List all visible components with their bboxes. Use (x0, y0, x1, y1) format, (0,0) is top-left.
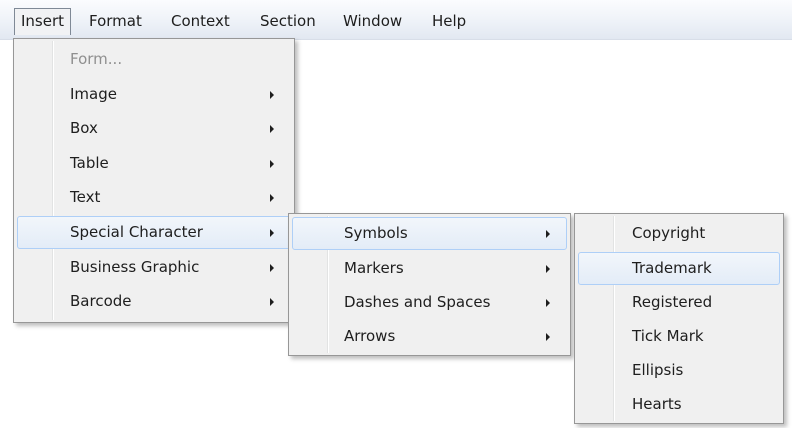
submenu-arrow-icon (270, 229, 274, 237)
menu-item-label: Business Graphic (70, 258, 200, 276)
menu-format[interactable]: Format (83, 8, 148, 34)
submenu-arrow-icon (546, 333, 550, 341)
menu-item-arrows[interactable]: Arrows (292, 320, 567, 353)
menu-item-tick-mark[interactable]: Tick Mark (578, 320, 780, 353)
menu-item-label: Special Character (70, 223, 203, 241)
menu-item-label: Copyright (632, 224, 706, 242)
menu-item-dashes-and-spaces[interactable]: Dashes and Spaces (292, 286, 567, 319)
menu-item-label: Hearts (632, 395, 682, 413)
submenu-arrow-icon (270, 91, 274, 99)
menu-item-text[interactable]: Text (17, 181, 291, 214)
submenu-arrow-icon (270, 264, 274, 272)
menu-item-box[interactable]: Box (17, 112, 291, 145)
menu-context[interactable]: Context (165, 8, 236, 34)
menu-item-label: Text (70, 188, 101, 206)
menu-window[interactable]: Window (337, 8, 408, 34)
menu-item-special-character[interactable]: Special Character (17, 216, 291, 249)
menu-item-registered[interactable]: Registered (578, 286, 780, 319)
menu-item-symbols[interactable]: Symbols (292, 217, 567, 250)
submenu-arrow-icon (270, 194, 274, 202)
submenu-arrow-icon (270, 298, 274, 306)
menu-item-label: Dashes and Spaces (344, 293, 491, 311)
app-window: Insert Format Context Section Window Hel… (0, 0, 792, 428)
submenu-arrow-icon (546, 265, 550, 273)
menu-item-label: Trademark (632, 259, 712, 277)
symbols-submenu: Copyright Trademark Registered Tick Mark… (574, 213, 784, 424)
menu-item-label: Box (70, 119, 98, 137)
menu-item-business-graphic[interactable]: Business Graphic (17, 251, 291, 284)
menu-item-ellipsis[interactable]: Ellipsis (578, 354, 780, 387)
menu-item-trademark[interactable]: Trademark (578, 252, 780, 285)
insert-menu: Form... Image Box Table Text Special Cha… (13, 38, 295, 323)
menu-item-label: Arrows (344, 327, 396, 345)
menu-item-form: Form... (17, 43, 291, 76)
menu-insert[interactable]: Insert (14, 8, 72, 35)
menu-item-hearts[interactable]: Hearts (578, 388, 780, 421)
submenu-arrow-icon (546, 299, 550, 307)
menu-item-label: Table (70, 154, 109, 172)
menu-item-copyright[interactable]: Copyright (578, 217, 780, 250)
submenu-arrow-icon (270, 125, 274, 133)
menu-help[interactable]: Help (426, 8, 472, 34)
menu-item-label: Symbols (344, 224, 408, 242)
menu-item-label: Markers (344, 259, 404, 277)
menu-item-label: Registered (632, 293, 713, 311)
menu-item-table[interactable]: Table (17, 147, 291, 180)
menu-item-markers[interactable]: Markers (292, 252, 567, 285)
menu-item-barcode[interactable]: Barcode (17, 285, 291, 318)
menu-item-label: Image (70, 85, 117, 103)
menu-item-label: Form... (70, 50, 123, 68)
menu-item-label: Barcode (70, 292, 132, 310)
menu-item-label: Tick Mark (632, 327, 704, 345)
menu-bar: Insert Format Context Section Window Hel… (0, 0, 792, 40)
menu-item-image[interactable]: Image (17, 78, 291, 111)
special-character-submenu: Symbols Markers Dashes and Spaces Arrows (288, 213, 571, 356)
menu-item-label: Ellipsis (632, 361, 684, 379)
submenu-arrow-icon (546, 230, 550, 238)
submenu-arrow-icon (270, 160, 274, 168)
menu-section[interactable]: Section (254, 8, 322, 34)
